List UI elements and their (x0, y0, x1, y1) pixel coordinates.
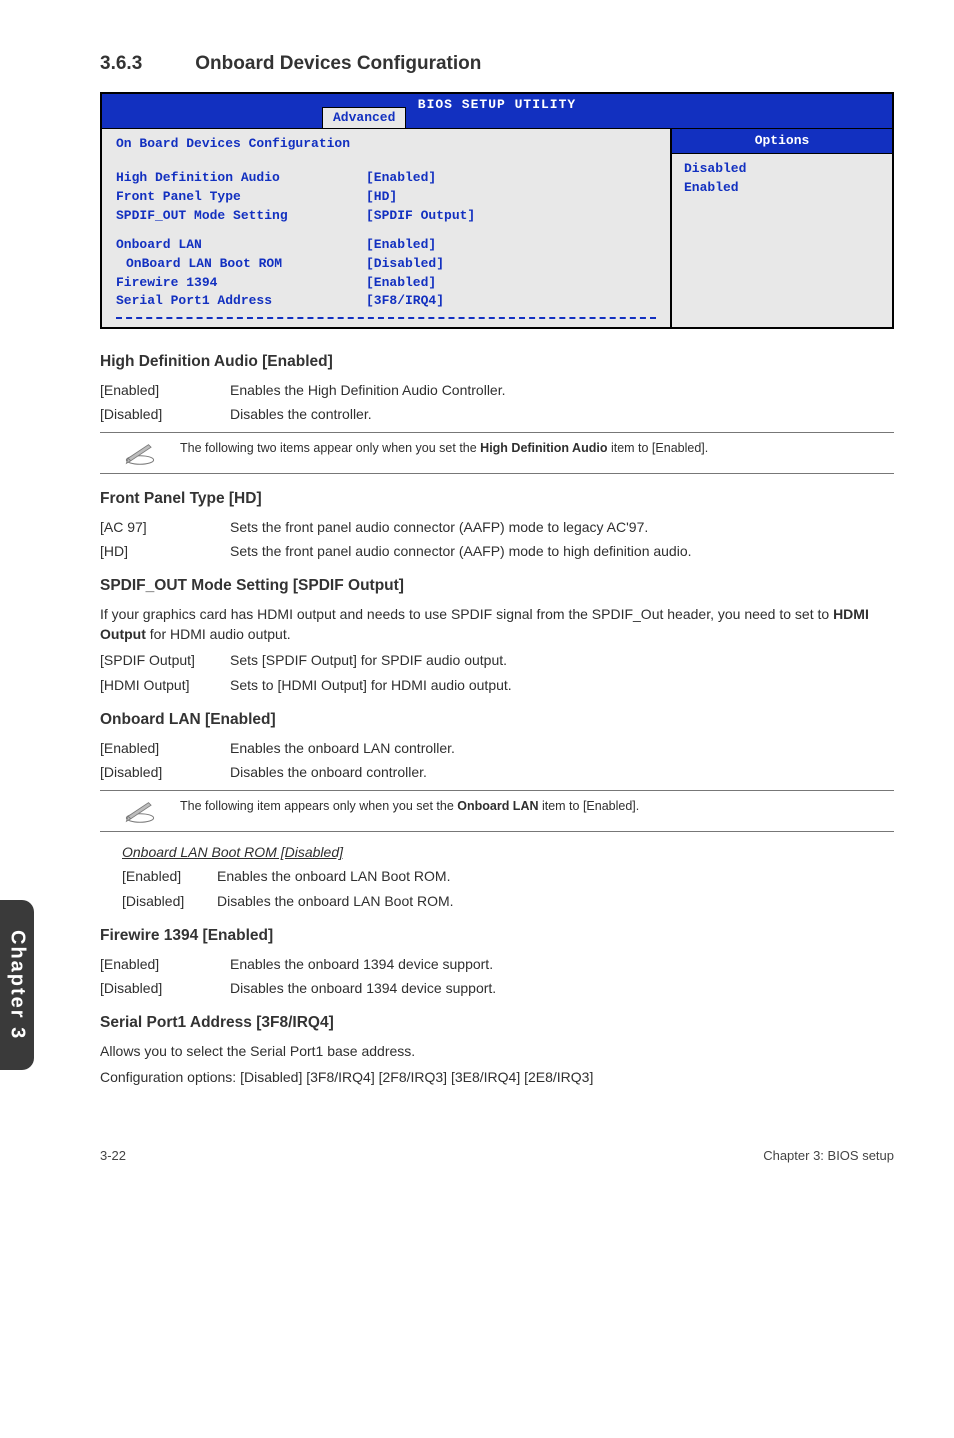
bios-setup-panel: BIOS SETUP UTILITY Advanced On Board Dev… (100, 92, 894, 330)
note-text: The following item appears only when you… (180, 797, 894, 815)
item-heading-serial: Serial Port1 Address [3F8/IRQ4] (100, 1012, 894, 1034)
bios-option: Enabled (684, 179, 880, 198)
bios-row: OnBoard LAN Boot ROM[Disabled] (116, 255, 656, 274)
item-heading-hda: High Definition Audio [Enabled] (100, 351, 894, 373)
item-heading-firewire: Firewire 1394 [Enabled] (100, 925, 894, 947)
bios-row: SPDIF_OUT Mode Setting[SPDIF Output] (116, 207, 656, 226)
option-line: [SPDIF Output]Sets [SPDIF Output] for SP… (100, 650, 894, 670)
section-number: 3.6.3 (100, 50, 190, 78)
bios-left-pane: On Board Devices Configuration High Defi… (102, 129, 672, 328)
bios-row: Onboard LAN[Enabled] (116, 236, 656, 255)
item-heading-spdif: SPDIF_OUT Mode Setting [SPDIF Output] (100, 575, 894, 597)
option-line: [Disabled]Disables the controller. (100, 404, 894, 424)
option-line: [Enabled]Enables the onboard 1394 device… (100, 954, 894, 974)
option-line: [HD]Sets the front panel audio connector… (100, 541, 894, 561)
bios-tab-advanced: Advanced (322, 107, 406, 128)
pencil-note-icon (100, 797, 180, 825)
item-heading-olan: Onboard LAN [Enabled] (100, 709, 894, 731)
paragraph: If your graphics card has HDMI output an… (100, 604, 894, 645)
bios-row: Serial Port1 Address[3F8/IRQ4] (116, 292, 656, 311)
option-line: [Disabled]Disables the onboard 1394 devi… (100, 978, 894, 998)
bios-panel-heading: On Board Devices Configuration (116, 135, 656, 154)
bios-row: High Definition Audio[Enabled] (116, 169, 656, 188)
bios-row: Firewire 1394[Enabled] (116, 274, 656, 293)
footer-page-number: 3-22 (100, 1147, 126, 1166)
option-line: [HDMI Output]Sets to [HDMI Output] for H… (100, 675, 894, 695)
bios-option: Disabled (684, 160, 880, 179)
bios-title: BIOS SETUP UTILITY (102, 94, 892, 115)
chapter-side-tab: Chapter 3 (0, 900, 34, 1070)
option-line: [Disabled]Disables the onboard LAN Boot … (122, 891, 894, 911)
item-heading-fpt: Front Panel Type [HD] (100, 488, 894, 510)
note-callout: The following item appears only when you… (100, 790, 894, 832)
option-line: [Enabled]Enables the High Definition Aud… (100, 380, 894, 400)
bios-right-pane: Options Disabled Enabled (672, 129, 892, 328)
footer-chapter-label: Chapter 3: BIOS setup (763, 1147, 894, 1166)
bios-options-header: Options (672, 129, 892, 155)
option-line: [Disabled]Disables the onboard controlle… (100, 762, 894, 782)
bios-row: Front Panel Type[HD] (116, 188, 656, 207)
pencil-note-icon (100, 439, 180, 467)
page-footer: 3-22 Chapter 3: BIOS setup (100, 1147, 894, 1166)
section-title-text: Onboard Devices Configuration (195, 53, 481, 74)
note-text: The following two items appear only when… (180, 439, 894, 457)
sub-item-heading: Onboard LAN Boot ROM [Disabled] (122, 842, 894, 862)
paragraph: Allows you to select the Serial Port1 ba… (100, 1041, 894, 1061)
option-line: [Enabled]Enables the onboard LAN control… (100, 738, 894, 758)
bios-top-bar: BIOS SETUP UTILITY Advanced (102, 94, 892, 128)
option-line: [AC 97]Sets the front panel audio connec… (100, 517, 894, 537)
option-line: [Enabled]Enables the onboard LAN Boot RO… (122, 866, 894, 886)
section-heading: 3.6.3 Onboard Devices Configuration (100, 50, 894, 78)
paragraph: Configuration options: [Disabled] [3F8/I… (100, 1067, 894, 1087)
note-callout: The following two items appear only when… (100, 432, 894, 474)
